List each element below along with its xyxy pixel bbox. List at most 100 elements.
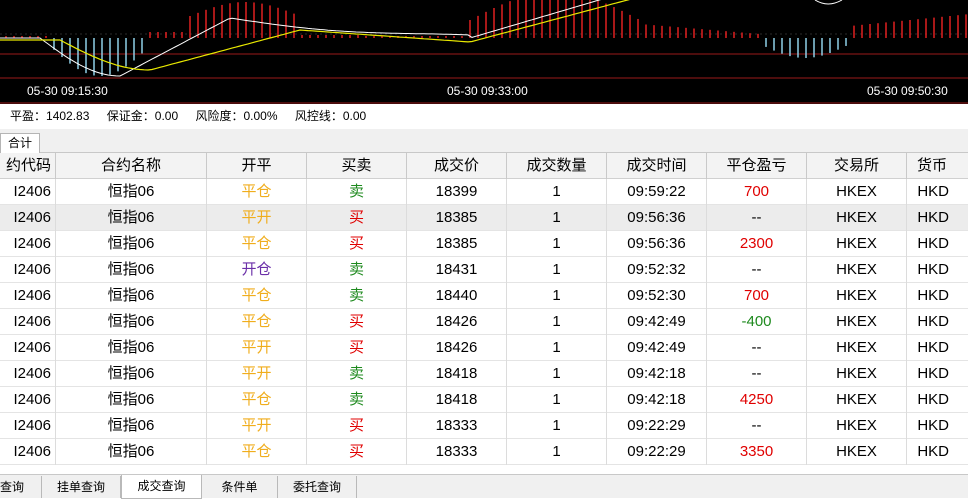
close-pnl-cell: 2300: [707, 231, 807, 257]
header-side[interactable]: 买卖: [307, 153, 407, 179]
table-row[interactable]: I2406 恒指06 平仓卖 18418 1 09:42:18 4250 HKEX HKD: [0, 387, 968, 413]
contract-name-cell: 恒指06: [56, 387, 207, 413]
open-close-cell: 平开: [207, 413, 307, 439]
side-cell: 卖: [307, 387, 407, 413]
exchange-cell: HKEX: [807, 205, 907, 231]
contract-code-cell: I2406: [0, 439, 56, 465]
dif-line-segment: [814, 0, 843, 5]
header-exchange[interactable]: 交易所: [807, 153, 907, 179]
side-cell: 买: [307, 413, 407, 439]
contract-name-cell: 恒指06: [56, 179, 207, 205]
price-cell: 18399: [407, 179, 507, 205]
contract-code-cell: I2406: [0, 283, 56, 309]
trade-time-cell: 09:56:36: [607, 231, 707, 257]
close-pnl-cell: 700: [707, 283, 807, 309]
price-cell: 18333: [407, 439, 507, 465]
contract-name-cell: 恒指06: [56, 335, 207, 361]
price-cell: 18426: [407, 335, 507, 361]
price-cell: 18385: [407, 231, 507, 257]
open-close-cell: 平仓: [207, 283, 307, 309]
trade-time-cell: 09:22:29: [607, 439, 707, 465]
time-label-1: 05-30 09:15:30: [27, 84, 108, 98]
control-label: 风控线：: [294, 109, 343, 123]
header-close-pnl[interactable]: 平仓盈亏: [707, 153, 807, 179]
contract-code-cell: I2406: [0, 335, 56, 361]
close-pnl-cell: --: [707, 335, 807, 361]
exchange-cell: HKEX: [807, 309, 907, 335]
currency-cell: HKD: [917, 417, 949, 434]
exchange-cell: HKEX: [807, 231, 907, 257]
table-row[interactable]: I2406 恒指06 平开买 18385 1 09:56:36 -- HKEX HKD: [0, 205, 968, 231]
table-row[interactable]: I2406 恒指06 平开卖 18418 1 09:42:18 -- HKEX HKD: [0, 361, 968, 387]
contract-code-cell: I2406: [0, 179, 56, 205]
currency-cell: HKD: [917, 365, 949, 382]
table-row[interactable]: I2406 恒指06 平开买 18333 1 09:22:29 -- HKEX HKD: [0, 413, 968, 439]
table-row[interactable]: I2406 恒指06 平仓卖 18399 1 09:59:22 700 HKEX HKD: [0, 179, 968, 205]
close-pnl-cell: 700: [707, 179, 807, 205]
side-cell: 买: [307, 335, 407, 361]
side-cell: 买: [307, 205, 407, 231]
tab-order-query[interactable]: 委托查询: [278, 476, 357, 498]
contract-name-cell: 恒指06: [56, 309, 207, 335]
header-currency[interactable]: 货币: [907, 153, 968, 179]
side-cell: 卖: [307, 283, 407, 309]
close-pnl-cell: --: [707, 413, 807, 439]
currency-cell: HKD: [917, 339, 949, 356]
quantity-cell: 1: [507, 413, 607, 439]
table-row[interactable]: I2406 恒指06 平仓买 18333 1 09:22:29 3350 HKEX HKD: [0, 439, 968, 465]
table-row[interactable]: I2406 恒指06 平仓卖 18440 1 09:52:30 700 HKEX HKD: [0, 283, 968, 309]
side-cell: 买: [307, 439, 407, 465]
quantity-cell: 1: [507, 387, 607, 413]
contract-code-cell: I2406: [0, 309, 56, 335]
pnl-label: 平盈：: [10, 109, 47, 123]
header-contract-code[interactable]: 约代码: [0, 153, 56, 179]
pnl-value: 1402.83: [46, 109, 90, 123]
tab-conditional-orders[interactable]: 条件单: [202, 476, 278, 498]
header-trade-time[interactable]: 成交时间: [607, 153, 707, 179]
price-cell: 18440: [407, 283, 507, 309]
trade-time-cell: 09:42:49: [607, 335, 707, 361]
currency-cell: HKD: [917, 313, 949, 330]
header-contract-name[interactable]: 合约名称: [56, 153, 207, 179]
exchange-cell: HKEX: [807, 257, 907, 283]
table-row[interactable]: I2406 恒指06 平仓买 18426 1 09:42:49 -400 HKEX HKD: [0, 309, 968, 335]
risk-label: 风险度：: [195, 109, 244, 123]
price-cell: 18418: [407, 361, 507, 387]
open-close-cell: 开仓: [207, 257, 307, 283]
currency-cell: HKD: [917, 443, 949, 460]
currency-cell: HKD: [917, 391, 949, 408]
contract-name-cell: 恒指06: [56, 413, 207, 439]
price-cell: 18426: [407, 309, 507, 335]
trade-time-cell: 09:56:36: [607, 205, 707, 231]
currency-cell: HKD: [917, 235, 949, 252]
trade-time-cell: 09:42:18: [607, 387, 707, 413]
side-cell: 买: [307, 231, 407, 257]
open-close-cell: 平开: [207, 361, 307, 387]
contract-code-cell: I2406: [0, 361, 56, 387]
table-row[interactable]: I2406 恒指06 开仓卖 18431 1 09:52:32 -- HKEX HKD: [0, 257, 968, 283]
header-quantity[interactable]: 成交数量: [507, 153, 607, 179]
table-row[interactable]: I2406 恒指06 平仓买 18385 1 09:56:36 2300 HKEX HKD: [0, 231, 968, 257]
contract-name-cell: 恒指06: [56, 361, 207, 387]
tab-query[interactable]: 查询: [0, 476, 42, 498]
account-stats-bar: 平盈：1402.83 保证金：0.00 风险度：0.00% 风控线：0.00: [0, 104, 968, 129]
tab-pending-orders[interactable]: 挂单查询: [42, 476, 121, 498]
close-pnl-cell: --: [707, 205, 807, 231]
tab-summary[interactable]: 合计: [0, 133, 40, 153]
contract-code-cell: I2406: [0, 257, 56, 283]
open-close-cell: 平仓: [207, 179, 307, 205]
close-pnl-cell: 4250: [707, 387, 807, 413]
table-row[interactable]: I2406 恒指06 平开买 18426 1 09:42:49 -- HKEX HKD: [0, 335, 968, 361]
header-open-close[interactable]: 开平: [207, 153, 307, 179]
price-cell: 18418: [407, 387, 507, 413]
header-price[interactable]: 成交价: [407, 153, 507, 179]
contract-name-cell: 恒指06: [56, 283, 207, 309]
close-pnl-cell: -400: [707, 309, 807, 335]
tab-trade-query[interactable]: 成交查询: [121, 475, 202, 499]
side-cell: 买: [307, 309, 407, 335]
side-cell: 卖: [307, 361, 407, 387]
trade-time-cell: 09:22:29: [607, 413, 707, 439]
exchange-cell: HKEX: [807, 439, 907, 465]
exchange-cell: HKEX: [807, 335, 907, 361]
side-cell: 卖: [307, 257, 407, 283]
